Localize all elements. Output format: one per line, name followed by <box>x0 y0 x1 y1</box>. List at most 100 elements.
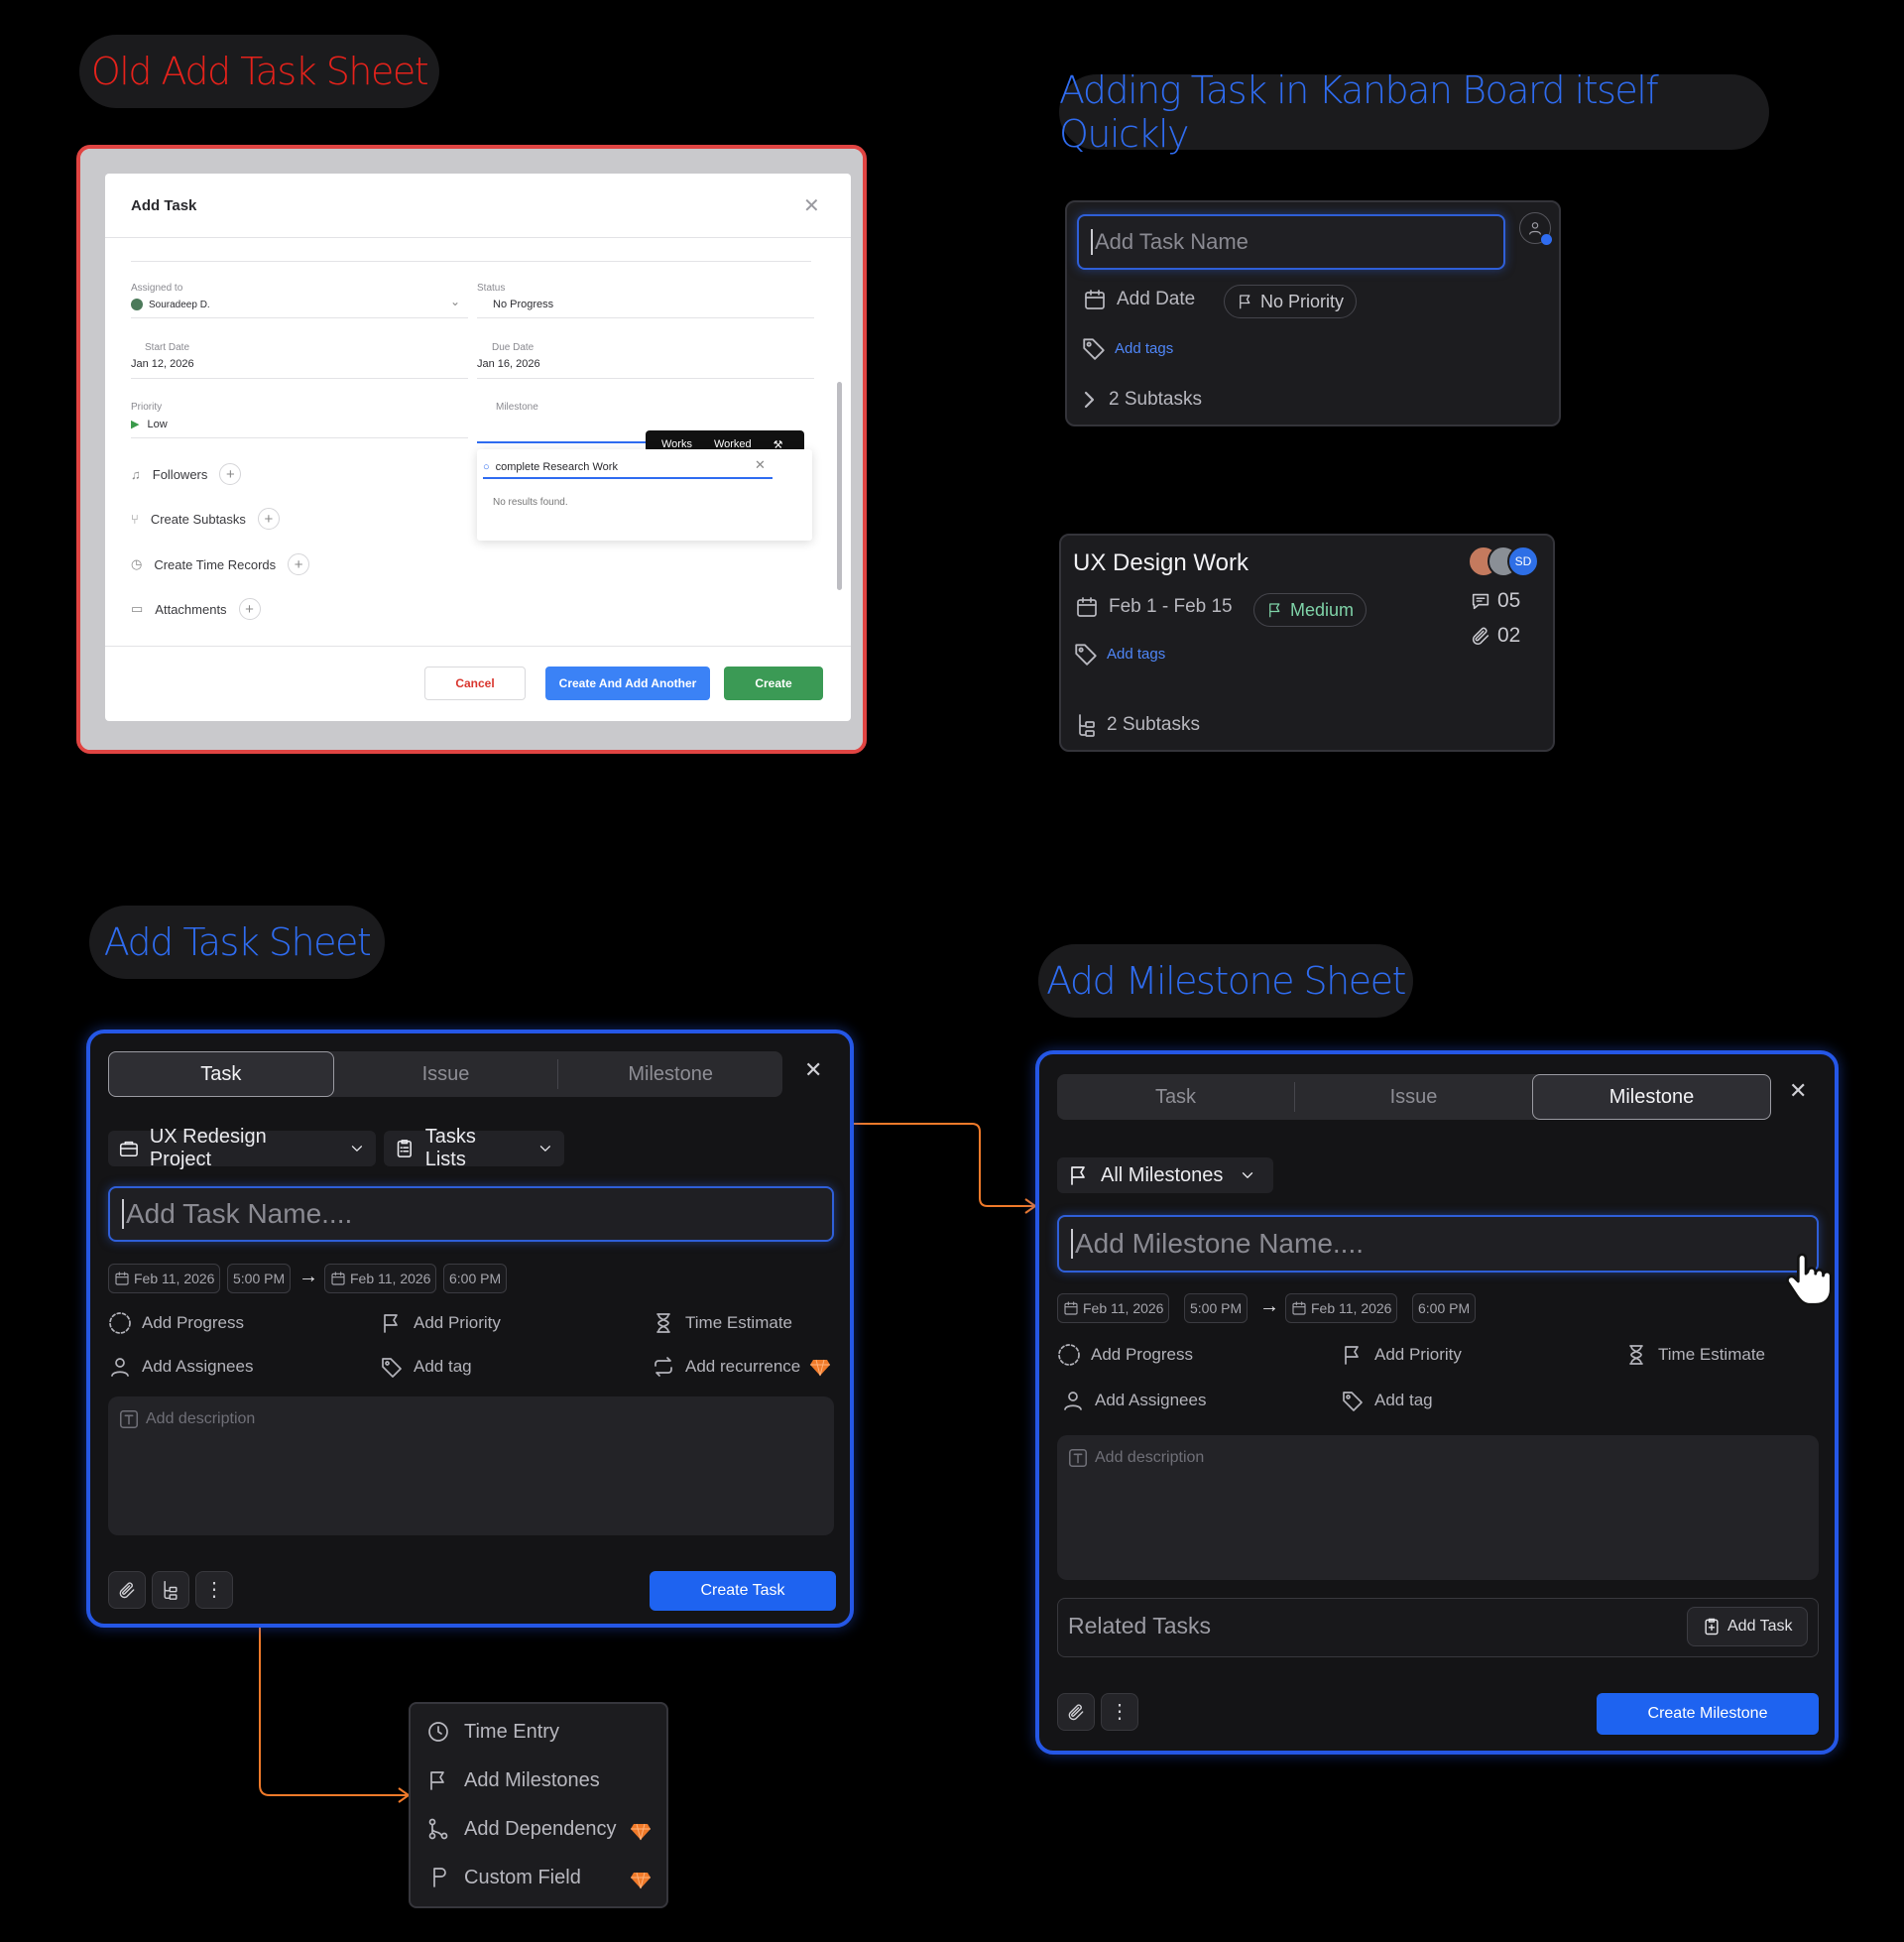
add-progress-button[interactable]: Add Progress <box>108 1311 244 1335</box>
create-milestone-button[interactable]: Create Milestone <box>1597 1693 1819 1735</box>
briefcase-icon <box>119 1141 138 1157</box>
flag-icon <box>430 1771 444 1790</box>
chevron-down-icon <box>351 1146 363 1152</box>
connector-to-menu <box>259 1627 407 1796</box>
time-estimate-label: Time Estimate <box>685 1313 793 1332</box>
tab-task[interactable]: Task <box>1057 1082 1295 1112</box>
milestone-filter-dropdown[interactable]: All Milestones <box>1057 1157 1273 1193</box>
premium-gem-icon <box>631 1823 651 1841</box>
more-vertical-icon: ⋮ <box>1110 1701 1130 1723</box>
time-estimate-label: Time Estimate <box>1658 1345 1766 1364</box>
menu-item-time-entry[interactable]: Time Entry <box>426 1720 559 1744</box>
add-tag-label: Add tag <box>414 1357 472 1376</box>
custom-field-icon <box>433 1868 446 1887</box>
add-priority-label: Add Priority <box>414 1313 501 1332</box>
add-task-button[interactable]: Add Task <box>1687 1607 1808 1646</box>
description-field[interactable]: Add description <box>1057 1435 1819 1580</box>
hourglass-icon <box>656 1313 670 1333</box>
calendar-icon <box>1064 1301 1078 1315</box>
user-icon <box>111 1358 129 1377</box>
add-tag-button[interactable]: Add tag <box>380 1355 472 1379</box>
end-date-field[interactable]: Feb 11, 2026 <box>1285 1293 1398 1323</box>
tab-milestone[interactable]: Milestone <box>1532 1074 1771 1120</box>
task-name-placeholder: Add Task Name.... <box>126 1198 353 1229</box>
menu-item-label: Custom Field <box>464 1866 581 1888</box>
create-task-button[interactable]: Create Task <box>650 1571 836 1611</box>
clipboard-plus-icon <box>1705 1618 1719 1636</box>
clock-icon <box>428 1722 448 1742</box>
paperclip-icon <box>1068 1704 1084 1721</box>
menu-item-label: Add Dependency <box>464 1817 617 1840</box>
tab-issue[interactable]: Issue <box>1295 1074 1532 1120</box>
add-tag-button[interactable]: Add tag <box>1341 1389 1433 1412</box>
more-options-menu: Time Entry Add Milestones Add Dependency… <box>409 1702 668 1908</box>
start-date-value: Feb 11, 2026 <box>134 1271 215 1286</box>
add-assignees-button[interactable]: Add Assignees <box>108 1355 253 1379</box>
add-progress-button[interactable]: Add Progress <box>1057 1343 1193 1367</box>
flag-icon <box>384 1314 398 1333</box>
related-tasks-label: Related Tasks <box>1068 1613 1212 1639</box>
add-priority-button[interactable]: Add Priority <box>1341 1343 1462 1367</box>
start-date-field[interactable]: Feb 11, 2026 <box>108 1264 221 1293</box>
tag-icon <box>1343 1392 1363 1411</box>
end-time-field[interactable]: 6:00 PM <box>443 1264 508 1293</box>
type-tabs: Task Issue Milestone <box>1057 1074 1771 1120</box>
task-name-input[interactable]: Add Task Name.... <box>108 1186 834 1242</box>
description-field[interactable]: Add description <box>108 1396 834 1535</box>
user-icon <box>1064 1392 1082 1410</box>
tab-issue[interactable]: Issue <box>334 1059 559 1089</box>
end-date-value: Feb 11, 2026 <box>350 1271 431 1286</box>
flag-icon <box>1345 1346 1359 1365</box>
text-icon <box>1068 1448 1088 1468</box>
add-recurrence-label: Add recurrence <box>685 1357 801 1376</box>
calendar-icon <box>115 1272 129 1285</box>
attach-button[interactable] <box>108 1571 146 1609</box>
tab-milestone[interactable]: Milestone <box>558 1051 782 1097</box>
end-time-field[interactable]: 6:00 PM <box>1412 1293 1477 1323</box>
chevron-down-icon <box>540 1146 551 1152</box>
add-tag-label: Add tag <box>1374 1391 1433 1409</box>
add-priority-label: Add Priority <box>1374 1345 1462 1364</box>
description-placeholder: Add description <box>146 1410 256 1427</box>
end-date-field[interactable]: Feb 11, 2026 <box>324 1264 437 1293</box>
close-icon[interactable]: ✕ <box>804 1057 822 1083</box>
menu-item-add-dependency[interactable]: Add Dependency <box>426 1817 616 1841</box>
start-date-field[interactable]: Feb 11, 2026 <box>1057 1293 1170 1323</box>
add-progress-label: Add Progress <box>142 1313 244 1332</box>
menu-item-label: Time Entry <box>464 1720 559 1743</box>
menu-item-custom-field[interactable]: Custom Field <box>426 1866 581 1889</box>
task-list-dropdown[interactable]: Tasks Lists <box>384 1126 564 1170</box>
add-priority-button[interactable]: Add Priority <box>380 1311 501 1335</box>
type-tabs: Task Issue Milestone <box>108 1051 782 1097</box>
premium-gem-icon <box>631 1872 651 1889</box>
calendar-icon <box>1292 1301 1306 1315</box>
add-assignees-label: Add Assignees <box>142 1357 254 1376</box>
flag-icon <box>1071 1166 1085 1185</box>
hand-cursor-icon <box>1786 1253 1833 1306</box>
start-time-field[interactable]: 5:00 PM <box>227 1264 292 1293</box>
project-label: UX Redesign Project <box>149 1126 267 1170</box>
project-dropdown[interactable]: UX Redesign Project <box>108 1126 376 1170</box>
time-estimate-button[interactable]: Time Estimate <box>652 1311 792 1335</box>
tag-icon <box>382 1358 402 1378</box>
related-tasks-field: Related Tasks Add Task <box>1057 1598 1819 1657</box>
paperclip-icon <box>119 1582 135 1599</box>
milestone-name-placeholder: Add Milestone Name.... <box>1075 1228 1365 1259</box>
add-recurrence-button[interactable]: Add recurrence <box>652 1355 800 1379</box>
add-task-sheet: Task Issue Milestone ✕ UX Redesign Proje… <box>86 1030 854 1628</box>
arrow-right-icon: → <box>1259 1295 1279 1317</box>
milestone-name-input[interactable]: Add Milestone Name.... <box>1057 1215 1819 1273</box>
start-time-field[interactable]: 5:00 PM <box>1184 1293 1249 1323</box>
attach-button[interactable] <box>1057 1693 1095 1731</box>
menu-item-label: Add Milestones <box>464 1768 600 1791</box>
more-options-button[interactable]: ⋮ <box>195 1571 233 1609</box>
subtask-button[interactable] <box>152 1571 189 1609</box>
tab-task[interactable]: Task <box>108 1051 334 1097</box>
time-estimate-button[interactable]: Time Estimate <box>1624 1343 1765 1367</box>
close-icon[interactable]: ✕ <box>1789 1078 1807 1104</box>
arrow-right-icon: → <box>298 1266 318 1287</box>
add-milestone-sheet: Task Issue Milestone ✕ All Milestones Ad… <box>1035 1050 1839 1755</box>
menu-item-add-milestones[interactable]: Add Milestones <box>426 1768 600 1792</box>
add-assignees-button[interactable]: Add Assignees <box>1061 1389 1206 1412</box>
more-options-button[interactable]: ⋮ <box>1101 1693 1138 1731</box>
